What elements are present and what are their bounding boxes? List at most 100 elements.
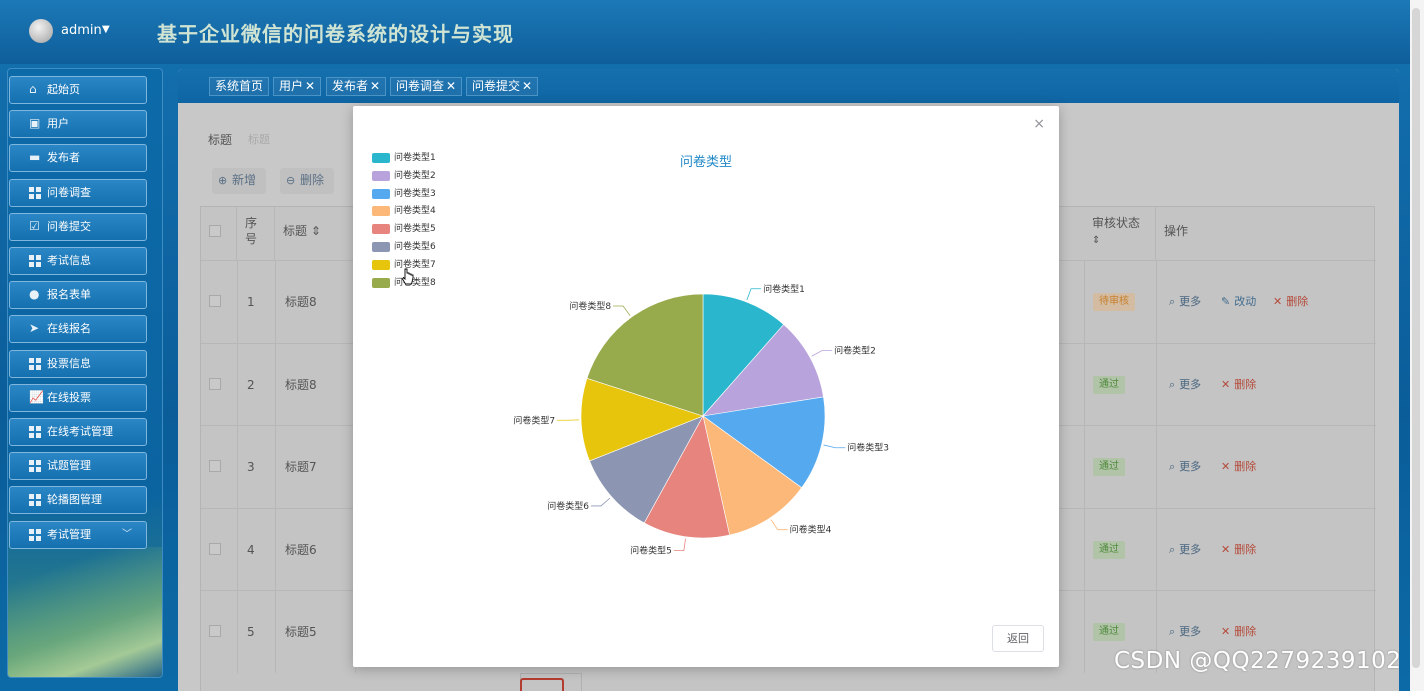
column-divider bbox=[1156, 261, 1157, 343]
sidebar-item[interactable]: ▬ 发布者 bbox=[9, 144, 147, 173]
more-link[interactable]: ⌕ 更多 bbox=[1169, 426, 1201, 508]
slice-label-line bbox=[590, 497, 611, 507]
sidebar-item[interactable]: ☑ 问卷提交 bbox=[9, 212, 147, 241]
sidebar-item[interactable]: 试题管理 bbox=[9, 452, 147, 481]
tab-users[interactable]: 用户 ✕ bbox=[273, 77, 322, 96]
edit-icon: ✎ bbox=[1221, 295, 1231, 308]
add-button[interactable]: ⊕ 新增 bbox=[212, 168, 267, 194]
slice-label: 问卷类型2 bbox=[834, 344, 876, 356]
chevron-down-icon[interactable]: ﹀ bbox=[122, 522, 132, 548]
caret-down-icon[interactable]: ▼ bbox=[102, 24, 110, 35]
tab-surveys[interactable]: 问卷调查 ✕ bbox=[390, 77, 463, 96]
column-divider bbox=[275, 343, 276, 426]
slice-label-line bbox=[673, 538, 686, 552]
row-checkbox[interactable] bbox=[209, 295, 221, 307]
row-title: 标题7 bbox=[285, 460, 317, 474]
sort-icon[interactable]: ⇕ bbox=[311, 224, 321, 238]
slice-label: 问卷类型5 bbox=[630, 545, 672, 557]
add-button-label: 新增 bbox=[232, 173, 257, 187]
action-label: 更多 bbox=[1179, 295, 1202, 308]
cursor-hand-icon bbox=[402, 268, 414, 285]
sidebar-item-label: 轮播图管理 bbox=[47, 493, 102, 507]
column-header-status-label: 审核状态 bbox=[1092, 216, 1141, 230]
sidebar-item[interactable]: 在线考试管理 bbox=[9, 418, 147, 446]
minus-circle-icon: ⊖ bbox=[286, 174, 296, 187]
more-link[interactable]: ⌕ 更多 bbox=[1169, 344, 1201, 426]
slice-label: 问卷类型7 bbox=[513, 414, 555, 426]
return-button[interactable]: 返回 bbox=[992, 625, 1044, 652]
grid-icon bbox=[29, 460, 42, 473]
close-icon[interactable]: ✕ bbox=[522, 79, 532, 93]
sidebar-item-label: 考试管理 bbox=[47, 527, 91, 541]
column-divider bbox=[237, 426, 238, 508]
plus-circle-icon: ⊕ bbox=[218, 174, 228, 187]
column-header-title[interactable]: 标题 ⇕ bbox=[275, 207, 355, 260]
edit-link[interactable]: ✎ 改动 bbox=[1221, 261, 1256, 343]
sidebar-item[interactable]: 📈 在线投票 bbox=[9, 383, 147, 412]
sidebar-item-label: 在线报名 bbox=[47, 322, 91, 336]
sidebar-item[interactable]: 投票信息 bbox=[9, 349, 147, 378]
row-checkbox[interactable] bbox=[209, 542, 221, 555]
status-badge: 通过 bbox=[1093, 375, 1125, 394]
delete-button-label: 删除 bbox=[300, 173, 325, 187]
grid-icon bbox=[29, 528, 42, 541]
column-divider bbox=[237, 261, 238, 343]
pie-chart: 问卷类型1 问卷类型2 问卷类型3 问卷类型4 问卷类型5 问卷类型6 问卷类型7 问卷类型8 bbox=[513, 283, 889, 557]
column-divider bbox=[237, 343, 238, 426]
page-title: 基于企业微信的问卷系统的设计与实现 bbox=[157, 22, 514, 46]
column-divider bbox=[1156, 508, 1157, 591]
search-icon: ⌕ bbox=[1169, 542, 1176, 556]
search-icon: ⌕ bbox=[1169, 377, 1176, 391]
row-title: 标题8 bbox=[285, 377, 317, 392]
search-input[interactable]: 标题 bbox=[248, 131, 270, 147]
row-checkbox[interactable] bbox=[209, 460, 221, 472]
slice-label-line bbox=[823, 444, 846, 449]
action-label: 更多 bbox=[1179, 377, 1202, 391]
tab-home[interactable]: 系统首页 bbox=[209, 77, 270, 96]
tab-publishers[interactable]: 发布者 ✕ bbox=[326, 77, 387, 96]
slice-label-line bbox=[770, 519, 788, 531]
slice-label: 问卷类型1 bbox=[763, 283, 805, 295]
more-link[interactable]: ⌕ 更多 bbox=[1169, 261, 1201, 343]
close-icon: ✕ bbox=[1221, 460, 1231, 473]
sidebar-item[interactable]: 轮播图管理 bbox=[9, 486, 147, 515]
sidebar-item[interactable]: ▣ 用户 bbox=[9, 110, 147, 139]
sort-icon[interactable]: ⇕ bbox=[1092, 235, 1100, 246]
sidebar-item[interactable]: 问卷调查 bbox=[9, 178, 147, 207]
sidebar-decoration bbox=[8, 547, 162, 677]
action-label: 更多 bbox=[1179, 542, 1202, 556]
scrollbar-thumb[interactable] bbox=[1412, 8, 1420, 668]
close-icon[interactable]: ✕ bbox=[370, 79, 380, 93]
user-name[interactable]: admin bbox=[61, 23, 102, 38]
grid-icon bbox=[29, 186, 42, 199]
search-icon: ⌕ bbox=[1169, 625, 1176, 638]
tab-submissions[interactable]: 问卷提交 ✕ bbox=[466, 77, 539, 96]
delete-link[interactable]: ✕ 删除 bbox=[1221, 426, 1256, 508]
sidebar-item[interactable]: ➤ 在线报名 bbox=[9, 315, 147, 344]
select-all-checkbox[interactable] bbox=[209, 225, 221, 237]
close-icon[interactable]: ✕ bbox=[446, 79, 456, 93]
action-label: 更多 bbox=[1179, 625, 1202, 638]
delete-button[interactable]: ⊖ 删除 bbox=[280, 168, 335, 194]
sidebar-item[interactable]: 考试信息 bbox=[9, 247, 147, 275]
more-link[interactable]: ⌕ 更多 bbox=[1169, 509, 1201, 591]
search-icon: ⌕ bbox=[1169, 295, 1176, 308]
sidebar-item[interactable]: ● 报名表单 bbox=[9, 281, 147, 310]
close-icon: ✕ bbox=[1221, 542, 1231, 556]
row-title: 标题8 bbox=[285, 295, 317, 309]
delete-link[interactable]: ✕ 删除 bbox=[1221, 344, 1256, 426]
delete-link[interactable]: ✕ 删除 bbox=[1273, 261, 1308, 343]
sidebar-item[interactable]: ⌂ 起始页 bbox=[9, 76, 147, 104]
close-icon[interactable]: ✕ bbox=[305, 79, 315, 93]
column-header-status[interactable]: 审核状态 ⇕ bbox=[1084, 207, 1156, 260]
delete-link[interactable]: ✕ 删除 bbox=[1221, 509, 1256, 591]
slice-label-line bbox=[811, 350, 833, 357]
close-icon: ✕ bbox=[1273, 295, 1283, 308]
chart-modal: × 问卷类型 问卷类型1 问卷类型2 问卷类型3 问卷类型4 问卷类型5 问卷类型6 问卷类… bbox=[353, 106, 1059, 667]
action-label: 删除 bbox=[1286, 295, 1309, 308]
row-checkbox[interactable] bbox=[209, 625, 221, 637]
row-checkbox[interactable] bbox=[209, 377, 221, 390]
row-title: 标题6 bbox=[285, 542, 317, 557]
avatar[interactable] bbox=[29, 19, 53, 43]
sidebar-item[interactable]: 考试管理 ﹀ bbox=[9, 520, 147, 549]
